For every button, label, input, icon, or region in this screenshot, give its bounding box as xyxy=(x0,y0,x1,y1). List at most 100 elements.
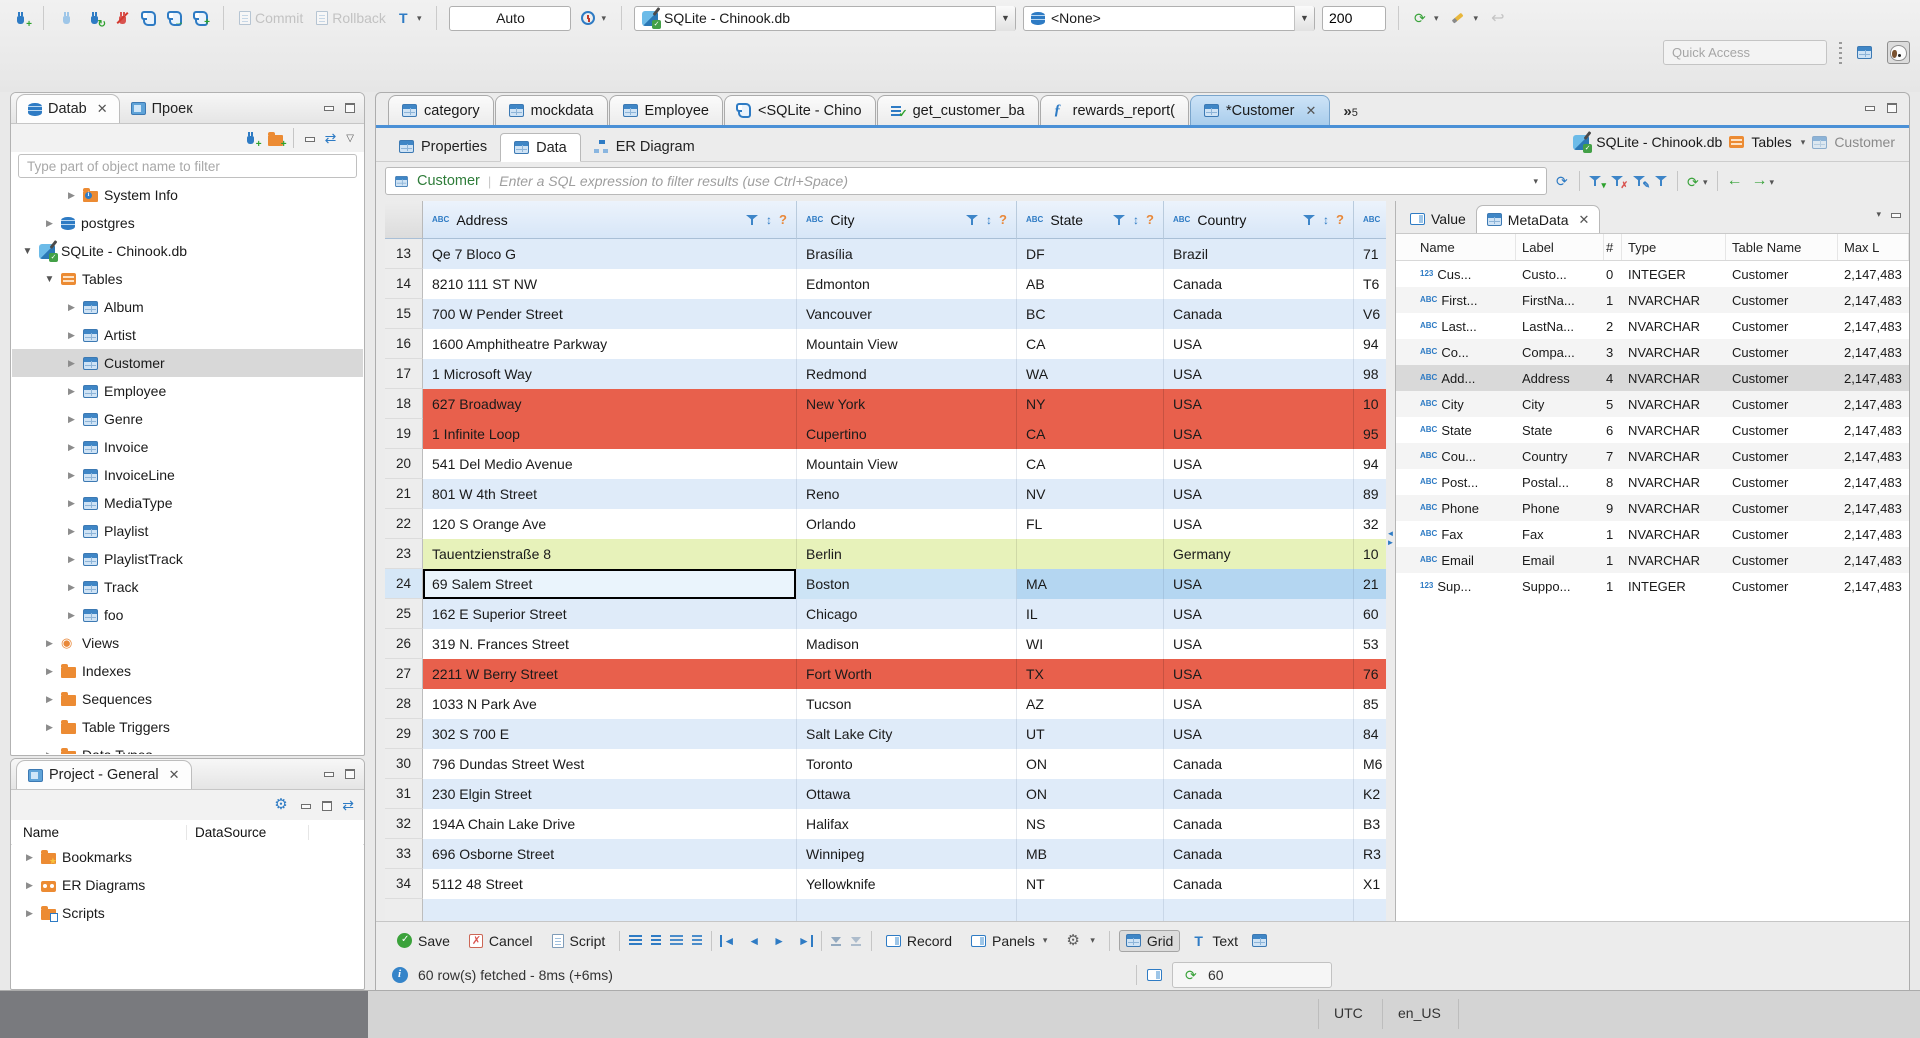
meta-cell-type[interactable]: NVARCHAR xyxy=(1622,443,1726,469)
grid-cell-extra[interactable]: 95 xyxy=(1354,419,1386,449)
project-item-er-diagrams[interactable]: ▶ ER Diagrams xyxy=(12,871,363,899)
grid-cell-city[interactable]: Toronto xyxy=(797,749,1017,779)
grid-cell-state[interactable]: MB xyxy=(1017,839,1164,869)
meta-cell-name[interactable]: ABC Cou... xyxy=(1396,443,1516,469)
meta-cell-label[interactable]: Fax xyxy=(1516,521,1604,547)
text-lines-icon-4[interactable] xyxy=(692,935,703,946)
sql-editor-button[interactable] xyxy=(140,9,159,28)
meta-cell-table[interactable]: Customer xyxy=(1726,547,1838,573)
meta-cell-ord[interactable]: 8 xyxy=(1604,469,1622,495)
meta-cell-type[interactable]: NVARCHAR xyxy=(1622,339,1726,365)
meta-cell-max[interactable]: 2,147,483 xyxy=(1838,443,1909,469)
transaction-history-button[interactable]: ▾ xyxy=(578,9,609,27)
meta-cell-table[interactable]: Customer xyxy=(1726,339,1838,365)
rollback-button[interactable]: Rollback xyxy=(313,8,389,28)
save-button[interactable]: Save xyxy=(392,930,455,952)
tab-overflow-chevron[interactable]: » 5 xyxy=(1331,104,1357,125)
meta-cell-ord[interactable]: 6 xyxy=(1604,417,1622,443)
expand-arrow-icon[interactable]: ▶ xyxy=(24,908,35,919)
meta-cell-name[interactable]: ABC Post... xyxy=(1396,469,1516,495)
grid-cell-extra[interactable]: T6 xyxy=(1354,269,1386,299)
grid-cell-address[interactable]: 230 Elgin Street xyxy=(423,779,797,809)
sort-icon[interactable]: ↕ xyxy=(766,213,772,227)
grid-row-14[interactable]: 14 8210 111 ST NW Edmonton AB Canada T6 xyxy=(385,269,1386,299)
collapse-all-icon[interactable] xyxy=(300,800,312,811)
tree-item-genre[interactable]: ▶ Genre xyxy=(12,405,363,433)
grid-cell-country[interactable]: USA xyxy=(1164,419,1354,449)
tree-item-invoiceline[interactable]: ▶ InvoiceLine xyxy=(12,461,363,489)
grid-cell-address[interactable]: 2211 W Berry Street xyxy=(423,659,797,689)
grid-cell-city[interactable]: Berlin xyxy=(797,539,1017,569)
grid-cell-address[interactable]: 1033 N Park Ave xyxy=(423,689,797,719)
fetch-size-input[interactable] xyxy=(1322,5,1386,31)
expand-arrow-icon[interactable]: ▶ xyxy=(66,442,77,453)
grid-cell-address[interactable]: 8210 111 ST NW xyxy=(423,269,797,299)
meta-cell-table[interactable]: Customer xyxy=(1726,391,1838,417)
meta-column-header-label[interactable]: Label xyxy=(1516,234,1604,260)
grid-cell-country[interactable]: USA xyxy=(1164,509,1354,539)
view-menu-icon[interactable]: ▽ xyxy=(346,133,354,144)
maximize-icon[interactable] xyxy=(344,102,355,113)
expand-arrow-icon[interactable]: ▶ xyxy=(66,302,77,313)
meta-cell-type[interactable]: INTEGER xyxy=(1622,573,1726,599)
expand-arrow-icon[interactable]: ▶ xyxy=(44,722,55,733)
tab-database-navigator[interactable]: Datab ✕ xyxy=(16,94,120,123)
grid-settings-button[interactable]: ▾ xyxy=(1061,930,1100,952)
tree-item-tables[interactable]: ▼ Tables xyxy=(12,265,363,293)
meta-cell-ord[interactable]: 0 xyxy=(1604,261,1622,287)
grid-cell-country[interactable]: Canada xyxy=(1164,809,1354,839)
grid-cell-city[interactable]: Madison xyxy=(797,629,1017,659)
cancel-button[interactable]: Cancel xyxy=(464,930,538,952)
grid-cell-state[interactable]: NV xyxy=(1017,479,1164,509)
link-with-editor-icon[interactable]: ⇄ xyxy=(325,130,337,147)
meta-cell-label[interactable]: City xyxy=(1516,391,1604,417)
meta-cell-max[interactable]: 2,147,483 xyxy=(1838,573,1909,599)
nav-forward-button[interactable]: → ▾ xyxy=(1752,173,1775,189)
meta-cell-type[interactable]: NVARCHAR xyxy=(1622,391,1726,417)
grid-cell-extra[interactable]: 94 xyxy=(1354,449,1386,479)
metadata-row-country[interactable]: ABC Cou... Country 7 NVARCHAR Customer 2,147,4… xyxy=(1396,443,1909,469)
grid-cell-state[interactable]: MA xyxy=(1017,569,1164,599)
grid-cell-extra[interactable]: M6 xyxy=(1354,749,1386,779)
expand-arrow-icon[interactable]: ▶ xyxy=(24,880,35,891)
expand-arrow-icon[interactable]: ▶ xyxy=(66,414,77,425)
column-header-address[interactable]: ABC Address ↕? xyxy=(423,201,797,239)
auto-refresh-segment[interactable]: 60 xyxy=(1172,961,1332,988)
combo-arrow-icon[interactable]: ▼ xyxy=(1294,5,1314,31)
grid-row-32[interactable]: 32 194A Chain Lake Drive Halifax NS Canada B3 xyxy=(385,809,1386,839)
grid-row-18[interactable]: 18 627 Broadway New York NY USA 10 xyxy=(385,389,1386,419)
new-connection-mini-button[interactable]: + xyxy=(243,130,262,150)
auto-sync-button[interactable]: ▾ xyxy=(1411,9,1442,27)
view-menu-icon[interactable]: ▾ xyxy=(1876,209,1881,220)
grid-cell-address[interactable]: Tauentzienstraße 8 xyxy=(423,539,797,569)
filter-icon[interactable] xyxy=(966,214,979,226)
tree-item-customer[interactable]: ▶ Customer xyxy=(12,349,363,377)
grid-cell-state[interactable] xyxy=(1017,539,1164,569)
nav-back-button[interactable]: ↩ xyxy=(1488,6,1507,30)
grid-cell-state[interactable]: NS xyxy=(1017,809,1164,839)
recent-sql-editor-button[interactable]: → xyxy=(166,9,185,28)
tree-item-album[interactable]: ▶ Album xyxy=(12,293,363,321)
grid-cell-country[interactable]: USA xyxy=(1164,389,1354,419)
meta-cell-max[interactable]: 2,147,483 xyxy=(1838,469,1909,495)
grid-cell-country[interactable]: Canada xyxy=(1164,779,1354,809)
next-row-button[interactable]: ► xyxy=(771,934,787,948)
row-number[interactable]: 23 xyxy=(385,539,423,569)
meta-cell-max[interactable]: 2,147,483 xyxy=(1838,547,1909,573)
collapse-arrow-icon[interactable]: ▼ xyxy=(44,274,55,285)
expand-arrow-icon[interactable]: ▶ xyxy=(24,852,35,863)
grid-cell-country[interactable]: Canada xyxy=(1164,839,1354,869)
link-with-editor-icon[interactable]: ⇄ xyxy=(342,797,354,814)
editor-tab-get-customer-ba[interactable]: get_customer_ba xyxy=(876,95,1039,125)
dbeaver-perspective-button[interactable] xyxy=(1887,41,1910,64)
grid-cell-state[interactable]: UT xyxy=(1017,719,1164,749)
minimize-icon[interactable] xyxy=(1864,102,1875,113)
row-number[interactable]: 18 xyxy=(385,389,423,419)
meta-cell-max[interactable]: 2,147,483 xyxy=(1838,261,1909,287)
open-perspective-button[interactable] xyxy=(1854,44,1875,61)
grid-cell-country[interactable]: USA xyxy=(1164,329,1354,359)
metadata-row-address[interactable]: ABC Add... Address 4 NVARCHAR Customer 2,147,4… xyxy=(1396,365,1909,391)
meta-cell-label[interactable]: State xyxy=(1516,417,1604,443)
previous-row-button[interactable]: ◄ xyxy=(746,934,762,948)
grid-cell-city[interactable]: Winnipeg xyxy=(797,839,1017,869)
